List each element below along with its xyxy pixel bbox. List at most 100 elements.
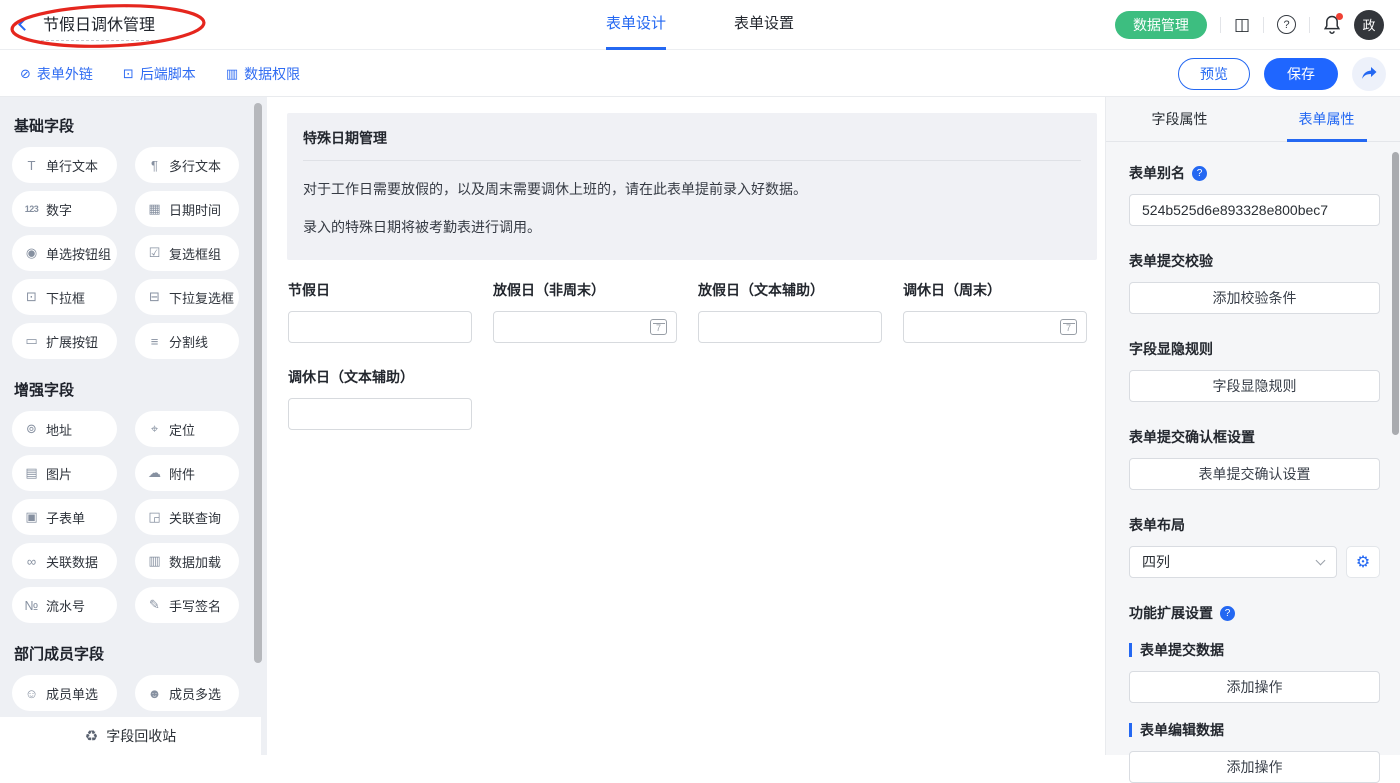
field-button-label: 单选按钮组 [46,244,111,263]
field-label: 节假日 [288,280,472,300]
help-icon[interactable]: ? [1220,606,1235,621]
data-manage-button[interactable]: 数据管理 [1115,11,1207,39]
field-button-number[interactable]: 123 数字 [12,191,117,227]
form-layout-heading: 表单布局 [1129,515,1380,535]
link-label: 数据权限 [244,64,300,84]
field-button-attachment[interactable]: ☁附件 [135,455,239,491]
submit-validation-button[interactable]: 添加校验条件 [1129,282,1380,314]
field-button-serial-number[interactable]: № 流水号 [12,587,117,623]
link-backend-script[interactable]: ⊡后端脚本 [123,64,196,84]
field-button-label: 流水号 [46,596,85,615]
header-actions: 数据管理 ◫ ? 政 [1115,10,1384,40]
field-button-image[interactable]: ▤图片 [12,455,117,491]
heading-bar [1129,643,1132,657]
properties-scrollbar[interactable] [1392,152,1399,435]
notification-bell-icon[interactable] [1323,15,1341,34]
tab-form-settings[interactable]: 表单设置 [734,0,794,50]
layout-select[interactable]: 四列 [1129,546,1337,578]
panel-description-1: 对于工作日需要放假的，以及周末需要调休上班的，请在此表单提前录入好数据。 [303,179,1081,199]
panel-title: 特殊日期管理 [303,113,1081,161]
field-button-label: 分割线 [169,332,208,351]
dropdown-multi-icon: ⊟ [147,289,162,305]
field-button-checkbox-group[interactable]: ☑复选框组 [135,235,239,271]
edit-data-button[interactable]: 添加操作 [1129,751,1380,783]
location-icon: ⌖ [147,421,162,437]
field-button-address[interactable]: ⊚地址 [12,411,117,447]
calendar-icon: 7 [650,319,667,335]
field-button-label: 图片 [46,464,72,483]
avatar[interactable]: 政 [1354,10,1384,40]
submit-validation-heading: 表单提交校验 [1129,251,1380,271]
field-button-relation-data[interactable]: ∞关联数据 [12,543,117,579]
gear-icon: ⚙ [1356,552,1370,572]
field-button-single-line-text[interactable]: T单行文本 [12,147,117,183]
checkbox-group-icon: ☑ [147,245,162,261]
field-button-label: 手写签名 [169,596,221,615]
field-button-data-load[interactable]: ▥数据加载 [135,543,239,579]
field-button-dropdown[interactable]: ⊡下拉框 [12,279,117,315]
data-permission-icon: ▥ [226,66,238,82]
field-button-signature[interactable]: ✎手写签名 [135,587,239,623]
field-button-member-multi[interactable]: ☻ 成员多选 [135,675,239,711]
tab-field-props[interactable]: 字段属性 [1106,97,1253,141]
field-button-extend-button[interactable]: ▭扩展按钮 [12,323,117,359]
form-field-dayoff-text: 放假日（文本辅助） [698,280,882,343]
date-input[interactable]: 7 [903,311,1087,343]
form-design-canvas[interactable]: 特殊日期管理 对于工作日需要放假的，以及周末需要调休上班的，请在此表单提前录入好… [267,97,1105,755]
field-button-datetime[interactable]: ▦日期时间 [135,191,239,227]
help-icon[interactable]: ? [1277,15,1296,34]
edit-data-label: 表单编辑数据 [1140,720,1224,740]
field-button-relation-query[interactable]: ◲关联查询 [135,499,239,535]
field-button-label: 下拉框 [46,288,85,307]
sidebar-scrollbar[interactable] [254,103,262,663]
field-label: 放假日（非周末） [493,280,677,300]
share-button[interactable] [1352,57,1386,91]
field-button-member-single[interactable]: ☺成员单选 [12,675,117,711]
field-button-label: 关联数据 [46,552,98,571]
properties-panel: 字段属性表单属性 表单别名 ? 524b525d6e893328e800bec7… [1105,97,1400,755]
field-button-divider-line[interactable]: ≡分割线 [135,323,239,359]
form-field-swapday-weekend: 调休日（周末）7 [903,280,1087,343]
field-button-label: 数字 [46,200,72,219]
field-button-location[interactable]: ⌖定位 [135,411,239,447]
save-button[interactable]: 保存 [1264,58,1338,90]
recycle-icon: ♻ [85,727,98,745]
field-recycle-bin[interactable]: ♻ 字段回收站 [0,717,261,755]
section-title: 增强字段 [14,379,267,400]
attachment-icon: ☁ [147,465,162,481]
submit-confirm-button[interactable]: 表单提交确认设置 [1129,458,1380,490]
divider [1220,17,1221,33]
layout-settings-button[interactable]: ⚙ [1346,546,1380,578]
text-input[interactable] [288,311,472,343]
datetime-icon: ▦ [147,201,162,217]
field-button-sub-form[interactable]: ▣子表单 [12,499,117,535]
preview-button[interactable]: 预览 [1178,58,1250,90]
description-panel[interactable]: 特殊日期管理 对于工作日需要放假的，以及周末需要调休上班的，请在此表单提前录入好… [287,113,1097,260]
properties-tab-bar: 字段属性表单属性 [1106,97,1400,142]
field-visibility-button[interactable]: 字段显隐规则 [1129,370,1380,402]
serial-number-icon: № [24,598,39,613]
field-button-multi-line-text[interactable]: ¶多行文本 [135,147,239,183]
field-button-label: 成员多选 [169,684,221,703]
text-input[interactable] [698,311,882,343]
field-button-label: 数据加载 [169,552,221,571]
link-data-permission[interactable]: ▥ 数据权限 [226,64,300,84]
notification-dot [1336,13,1343,20]
field-button-radio-group[interactable]: ◉单选按钮组 [12,235,117,271]
member-multi-icon: ☻ [147,686,162,701]
form-alias-input[interactable]: 524b525d6e893328e800bec7 [1129,194,1380,226]
submit-data-button[interactable]: 添加操作 [1129,671,1380,703]
contacts-icon[interactable]: ◫ [1234,16,1250,33]
field-button-dropdown-multi[interactable]: ⊟下拉复选框 [135,279,239,315]
tab-form-design[interactable]: 表单设计 [606,0,666,50]
help-icon[interactable]: ? [1192,166,1207,181]
date-input[interactable]: 7 [493,311,677,343]
extension-settings-label: 功能扩展设置 [1129,603,1213,623]
text-input[interactable] [288,398,472,430]
form-field-holiday: 节假日 [288,280,472,343]
field-button-label: 单行文本 [46,156,98,175]
extend-button-icon: ▭ [24,333,39,349]
link-form-external-link[interactable]: ⊘表单外链 [20,64,93,84]
tab-form-props[interactable]: 表单属性 [1253,97,1400,141]
number-icon: 123 [24,204,39,214]
